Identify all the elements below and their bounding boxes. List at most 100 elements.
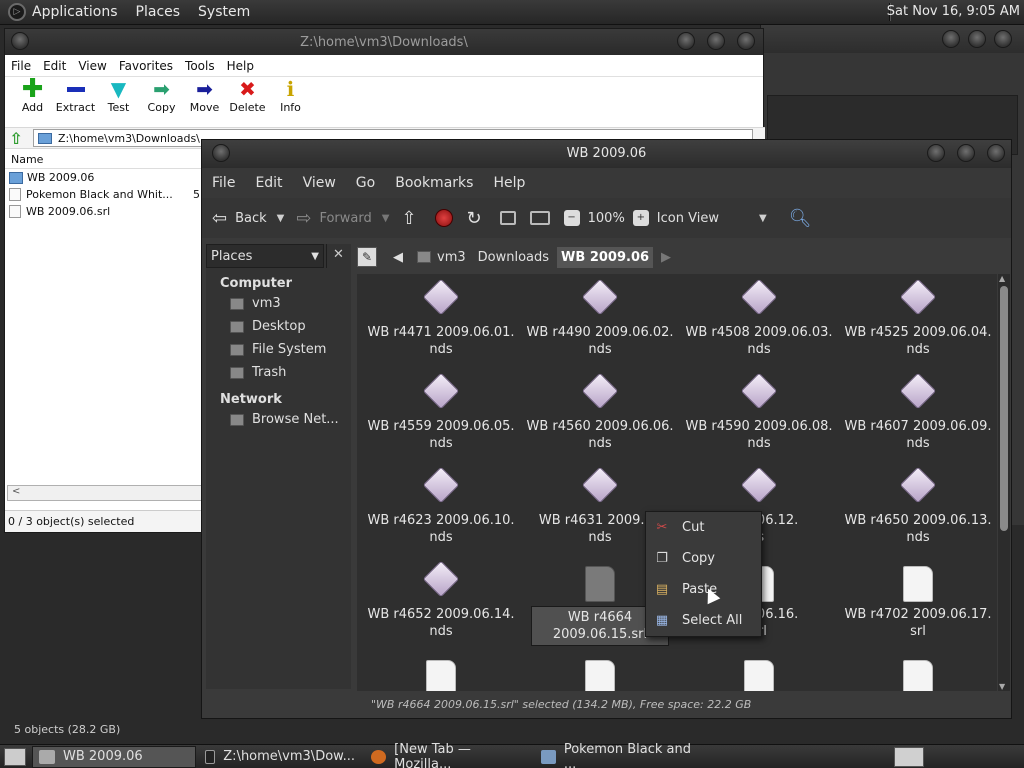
menu-bookmarks[interactable]: Bookmarks — [395, 175, 473, 191]
menu-help[interactable]: Help — [227, 59, 254, 73]
chevron-down-icon[interactable]: ▼ — [382, 213, 390, 224]
list-item[interactable]: WB 2009.06.srl — [5, 203, 203, 220]
task-archive-manager[interactable]: Z:\home\vm3\Dow... — [198, 746, 362, 768]
file-item[interactable] — [838, 650, 997, 691]
sidebar-item-vm3[interactable]: vm3 — [206, 292, 351, 315]
menu-go[interactable]: Go — [356, 175, 375, 191]
file-item-label-line2: nds — [588, 436, 612, 451]
file-item[interactable]: WB r4508 2009.06.03. nds — [679, 274, 839, 358]
workspace-switcher[interactable] — [894, 747, 924, 767]
view-mode-select[interactable]: Icon View ▼ — [657, 211, 767, 226]
minimize-button[interactable] — [926, 144, 945, 162]
menu-edit[interactable]: Edit — [43, 59, 66, 73]
file-item[interactable]: WB r4607 2009.06.09. nds — [838, 368, 997, 452]
scrollbar-thumb[interactable] — [1000, 286, 1008, 531]
file-item[interactable]: WB r4471 2009.06.01. nds — [361, 274, 521, 358]
menu-file[interactable]: File — [11, 59, 31, 73]
menu-tools[interactable]: Tools — [185, 59, 215, 73]
task-file-manager[interactable]: WB 2009.06 — [32, 745, 196, 768]
menu-help[interactable]: Help — [493, 175, 525, 191]
file-item[interactable]: WB r4650 2009.06.13. nds — [838, 462, 997, 546]
reload-icon[interactable]: ↻ — [467, 208, 482, 229]
show-desktop-icon[interactable] — [4, 747, 26, 766]
sidebar-item-trash[interactable]: Trash — [206, 361, 351, 384]
edit-location-icon[interactable]: ✎ — [357, 247, 377, 267]
menu-view[interactable]: View — [303, 175, 336, 191]
file-item[interactable]: WB r4559 2009.06.05. nds — [361, 368, 521, 452]
file-item[interactable]: WB r4702 2009.06.17. srl — [838, 556, 997, 640]
sidebar-item-desktop[interactable]: Desktop — [206, 315, 351, 338]
delete-button[interactable]: ✖ Delete — [226, 77, 269, 114]
sidebar-item-file-system[interactable]: File System — [206, 338, 351, 361]
horizontal-scrollbar[interactable]: < — [7, 485, 202, 501]
up-folder-icon[interactable]: ⇧ — [5, 129, 27, 148]
home-icon[interactable] — [499, 211, 516, 225]
column-header-name[interactable]: Name — [5, 151, 203, 169]
menu-places[interactable]: Places — [136, 4, 181, 20]
add-button[interactable]: ✚ Add — [11, 74, 54, 114]
menu-favorites[interactable]: Favorites — [119, 59, 173, 73]
computer-icon[interactable] — [529, 211, 550, 225]
distro-logo-icon[interactable]: ▷ — [8, 3, 26, 21]
list-item[interactable]: WB 2009.06 — [5, 169, 203, 186]
context-cut[interactable]: ✂ Cut — [646, 512, 761, 543]
task-pokemon[interactable]: Pokemon Black and ... — [534, 742, 704, 768]
sidebar-selector[interactable]: Places ▼ — [206, 244, 324, 268]
extract-button[interactable]: Extract — [54, 77, 97, 114]
minimize-button[interactable] — [942, 30, 960, 48]
breadcrumb-downloads[interactable]: Downloads — [474, 247, 553, 268]
path-left-arrow-icon[interactable]: ◀ — [389, 250, 407, 265]
close-button[interactable] — [994, 30, 1012, 48]
file-item[interactable]: WB r4525 2009.06.04. nds — [838, 274, 997, 358]
file-item[interactable]: WB r4590 2009.06.08. nds — [679, 368, 839, 452]
plus-icon: ✚ — [21, 74, 44, 104]
up-arrow-icon[interactable]: ⇧ — [401, 208, 416, 229]
maximize-button[interactable] — [956, 144, 975, 162]
menu-view[interactable]: View — [78, 59, 106, 73]
context-copy[interactable]: ❐ Copy — [646, 543, 761, 574]
back-button[interactable]: ⇦ Back ▼ — [212, 208, 284, 229]
file-item[interactable] — [361, 650, 521, 691]
test-button[interactable]: ▼ Test — [97, 77, 140, 114]
move-button[interactable]: ➡ Move — [183, 77, 226, 114]
info-button[interactable]: ℹ Info — [269, 77, 312, 114]
close-button[interactable] — [737, 32, 755, 50]
menu-edit[interactable]: Edit — [255, 175, 282, 191]
file-item[interactable]: WB r4560 2009.06.06. nds — [520, 368, 680, 452]
stop-icon[interactable] — [434, 209, 453, 227]
menu-system[interactable]: System — [198, 4, 250, 20]
close-button[interactable] — [987, 144, 1005, 162]
close-icon[interactable]: ✕ — [326, 244, 350, 268]
context-select-all[interactable]: ▦ Select All — [646, 605, 761, 636]
file-item[interactable] — [679, 650, 839, 691]
breadcrumb-current[interactable]: WB 2009.06 — [557, 246, 654, 268]
maximize-button[interactable] — [968, 30, 986, 48]
maximize-button[interactable] — [706, 32, 725, 50]
menu-file[interactable]: File — [212, 175, 235, 191]
scroll-down-icon[interactable]: ▼ — [999, 682, 1005, 691]
scroll-up-icon[interactable]: ▲ — [999, 274, 1005, 283]
file-item[interactable]: WB r4490 2009.06.02. nds — [520, 274, 680, 358]
sidebar-item-browse-network[interactable]: Browse Net... — [206, 408, 351, 431]
file-item[interactable]: WB r4623 2009.06.10. nds — [361, 462, 521, 546]
srl-file-icon — [583, 660, 617, 691]
zoom-in-icon[interactable]: + — [632, 210, 649, 226]
breadcrumb-vm3[interactable]: vm3 — [413, 247, 470, 268]
background-window-titlebar — [761, 25, 1024, 53]
chevron-down-icon[interactable]: ▼ — [277, 213, 285, 224]
clock[interactable]: Sat Nov 16, 9:05 AM — [887, 4, 1020, 19]
search-icon[interactable]: 🔍︎ — [789, 208, 812, 229]
vertical-scrollbar[interactable]: ▲ ▼ — [998, 274, 1010, 691]
file-item[interactable] — [520, 650, 680, 691]
path-right-arrow-icon[interactable]: ▶ — [657, 250, 675, 265]
list-item[interactable]: Pokemon Black and Whit... 5 — [5, 186, 203, 203]
forward-button[interactable]: ⇨ Forward ▼ — [296, 208, 389, 229]
nds-file-icon — [899, 466, 937, 506]
minimize-button[interactable] — [676, 32, 695, 50]
paste-icon: ▤ — [655, 582, 669, 597]
menu-applications[interactable]: Applications — [32, 4, 118, 20]
task-firefox[interactable]: [New Tab — Mozilla... — [364, 742, 532, 768]
zoom-out-icon[interactable]: − — [563, 210, 580, 226]
file-item[interactable]: WB r4652 2009.06.14. nds — [361, 556, 521, 640]
copy-button[interactable]: ➡ Copy — [140, 77, 183, 114]
